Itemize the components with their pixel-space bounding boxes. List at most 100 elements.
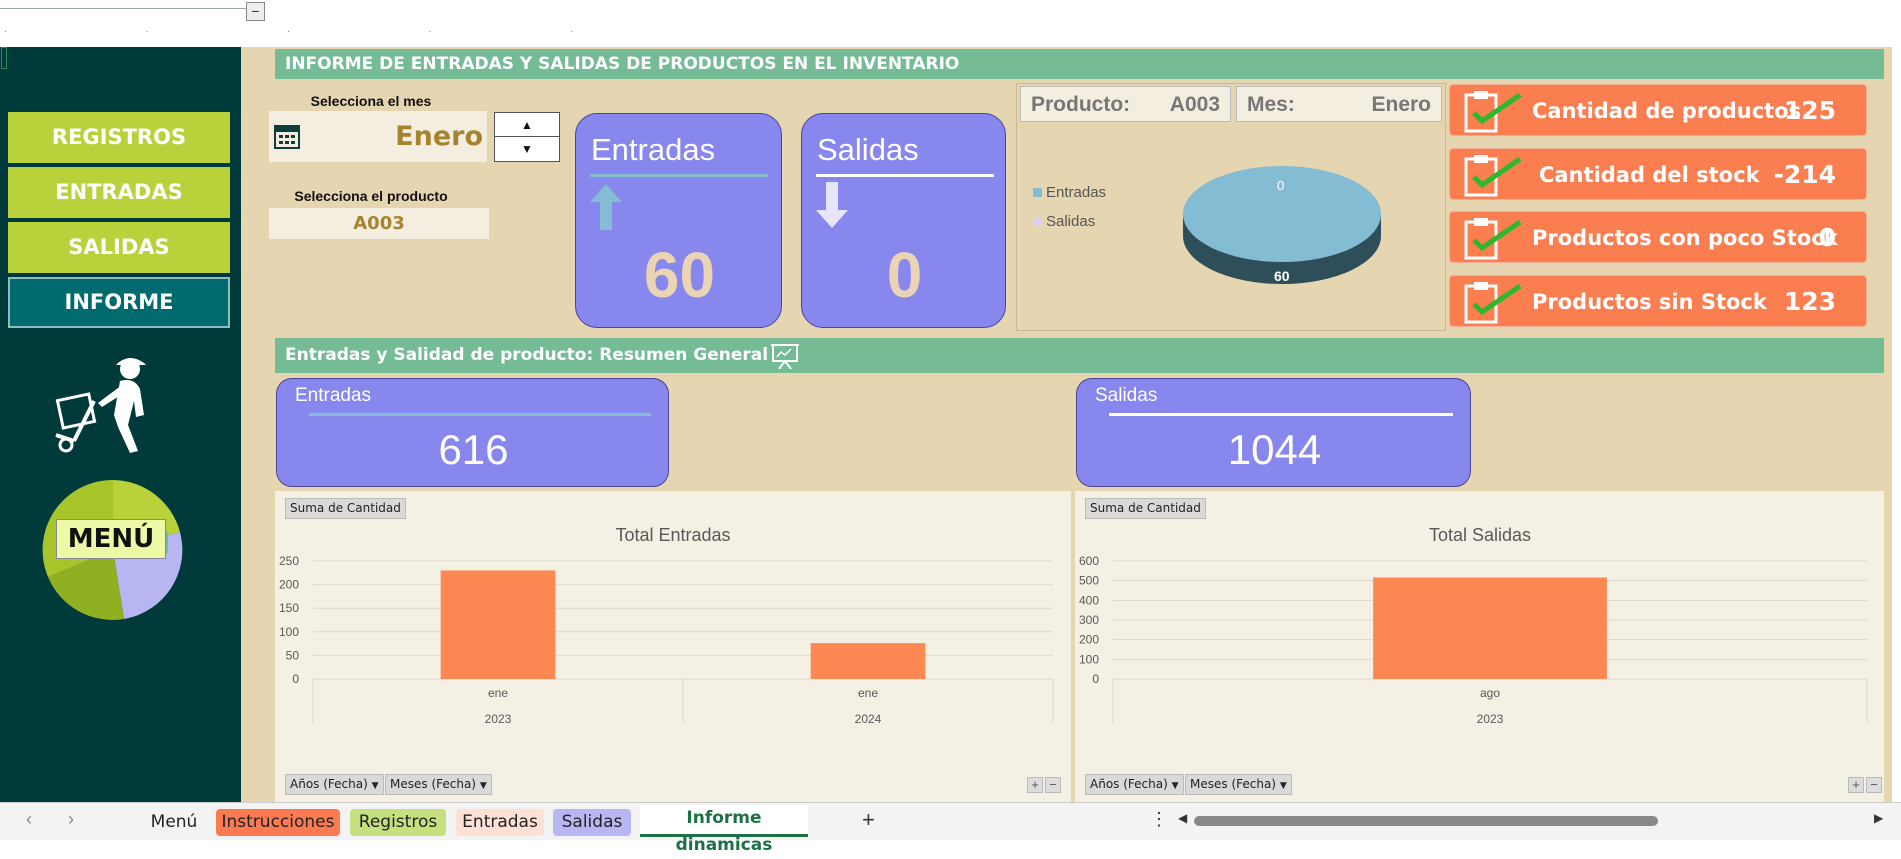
salidas-divider — [816, 174, 994, 177]
pie-legend: Entradas Salidas — [1033, 184, 1106, 230]
tab-instrucciones[interactable]: Instrucciones — [216, 809, 340, 836]
dropdown-arrow-icon: ▼ — [371, 781, 379, 791]
kpi-label: Cantidad del stock — [1539, 163, 1760, 187]
x-group-label: 2024 — [855, 712, 882, 726]
summary-entradas-divider — [309, 413, 651, 416]
tab-registros[interactable]: Registros — [350, 809, 446, 836]
menu-label[interactable]: MENÚ — [56, 519, 166, 559]
scroll-right-icon[interactable]: ▶ — [1874, 811, 1883, 825]
down-arrow-icon — [816, 182, 848, 228]
outline-dots: . . . . . — [4, 24, 642, 35]
summary-salidas-divider — [1109, 413, 1453, 416]
y-tick-label: 50 — [286, 648, 300, 662]
bar — [1373, 577, 1607, 679]
tab-entradas[interactable]: Entradas — [456, 809, 544, 836]
product-label: Selecciona el producto — [294, 188, 448, 204]
legend-swatch-salidas — [1033, 217, 1042, 226]
salidas-card-title: Salidas — [817, 132, 919, 167]
prev-sheet-icon[interactable]: ‹ — [26, 809, 32, 830]
kpi-label: Productos con poco Stock — [1532, 226, 1838, 250]
years-field-button[interactable]: Años (Fecha) ▼ — [1085, 774, 1184, 795]
dropdown-arrow-icon: ▼ — [479, 781, 487, 791]
years-field-label: Años (Fecha) — [1090, 777, 1168, 791]
kpi-sin-stock: Productos sin Stock 123 — [1449, 275, 1867, 327]
tab-salidas[interactable]: Salidas — [553, 809, 631, 836]
month-spinner[interactable]: ▲ ▼ — [494, 112, 560, 162]
months-field-button[interactable]: Meses (Fecha) ▼ — [385, 774, 492, 795]
kpi-value: -214 — [1773, 160, 1836, 189]
legend-label-entradas: Entradas — [1046, 184, 1107, 201]
month-label: Selecciona el mes — [310, 93, 432, 109]
legend-swatch-entradas — [1033, 188, 1042, 197]
chart-title: Total Salidas — [1429, 525, 1531, 545]
entradas-divider — [590, 174, 768, 177]
right-margin — [1892, 47, 1901, 802]
tab-menu[interactable]: Menú — [140, 809, 208, 836]
kpi-label: Productos sin Stock — [1532, 290, 1767, 314]
product-selector[interactable]: A003 — [269, 208, 489, 239]
report-title: INFORME DE ENTRADAS Y SALIDAS DE PRODUCT… — [275, 49, 1884, 79]
summary-entradas-title: Entradas — [295, 385, 372, 406]
collapse-icon[interactable]: − — [1866, 777, 1882, 793]
collapse-group-button[interactable]: − — [246, 2, 265, 21]
summary-title: Entradas y Salidad de producto: Resumen … — [275, 338, 1884, 373]
expand-icon[interactable]: + — [1027, 777, 1043, 793]
dropdown-arrow-icon: ▼ — [1171, 781, 1179, 791]
report-area: INFORME DE ENTRADAS Y SALIDAS DE PRODUCT… — [241, 47, 1892, 802]
bar — [440, 570, 556, 679]
formula-strip: . . . . . − — [0, 0, 1901, 47]
y-tick-label: 150 — [279, 601, 299, 615]
y-tick-label: 400 — [1079, 593, 1099, 607]
nav-informe-button[interactable]: INFORME — [8, 277, 230, 328]
producto-value: A003 — [1169, 93, 1220, 116]
chart-title: Total Entradas — [615, 525, 730, 545]
clipboard-check-icon — [1464, 155, 1522, 197]
y-tick-label: 500 — [1079, 574, 1099, 588]
years-field-button[interactable]: Años (Fecha) ▼ — [285, 774, 384, 795]
nav-salidas-button[interactable]: SALIDAS — [8, 222, 230, 273]
mes-box: Mes: Enero — [1236, 86, 1442, 122]
summary-title-text: Entradas y Salidad de producto: Resumen … — [285, 345, 769, 365]
sidebar: REGISTROS ENTRADAS SALIDAS INFORME MENÚ — [0, 47, 241, 802]
x-group-label: 2023 — [1477, 712, 1504, 726]
y-tick-label: 300 — [1079, 613, 1099, 627]
y-tick-label: 600 — [1079, 554, 1099, 568]
legend-item-salidas: Salidas — [1033, 213, 1106, 230]
calendar-icon — [274, 125, 300, 149]
horizontal-scrollbar[interactable] — [1194, 816, 1658, 826]
kpi-poco-stock: Productos con poco Stock 0 — [1449, 211, 1867, 263]
chart-panel-salidas: Suma de Cantidad Total Salidas 0 100 200 300… — [1075, 491, 1884, 802]
next-sheet-icon[interactable]: › — [68, 809, 74, 830]
summary-entradas-card: Entradas 616 — [276, 378, 669, 487]
expand-icon[interactable]: + — [1848, 777, 1864, 793]
nav-entradas-button[interactable]: ENTRADAS — [8, 167, 230, 218]
month-selector[interactable]: Enero — [269, 111, 487, 162]
entradas-card-title: Entradas — [591, 132, 716, 167]
tab-informe-dinamicas[interactable]: Informe dinamicas — [640, 805, 808, 855]
months-field-label: Meses (Fecha) — [1190, 777, 1276, 791]
collapse-icon[interactable]: − — [1045, 777, 1061, 793]
spin-down-button[interactable]: ▼ — [495, 137, 559, 161]
add-sheet-icon[interactable]: + — [862, 807, 875, 833]
months-field-button[interactable]: Meses (Fecha) ▼ — [1185, 774, 1292, 795]
kpi-value: 0 — [1818, 223, 1836, 252]
delivery-worker-icon — [55, 358, 146, 453]
mes-value: Enero — [1371, 93, 1431, 116]
summary-salidas-title: Salidas — [1095, 385, 1158, 406]
presentation-icon[interactable] — [771, 343, 799, 369]
y-tick-label: 0 — [1092, 672, 1099, 686]
up-arrow-icon — [590, 184, 622, 230]
y-tick-label: 250 — [279, 554, 299, 568]
more-options-icon[interactable]: ⋮ — [1150, 809, 1168, 830]
x-tick-label: ene — [858, 686, 878, 700]
scroll-left-icon[interactable]: ◀ — [1178, 811, 1187, 825]
spin-up-button[interactable]: ▲ — [495, 113, 559, 137]
group-outline-line — [0, 8, 248, 9]
pie-3d-chart — [1183, 166, 1381, 284]
legend-item-entradas: Entradas — [1033, 184, 1106, 201]
pie-label-top: 0 — [1277, 178, 1285, 193]
months-field-label: Meses (Fecha) — [390, 777, 476, 791]
producto-label: Producto: — [1031, 93, 1131, 116]
y-tick-label: 100 — [279, 625, 299, 639]
nav-registros-button[interactable]: REGISTROS — [8, 112, 230, 163]
